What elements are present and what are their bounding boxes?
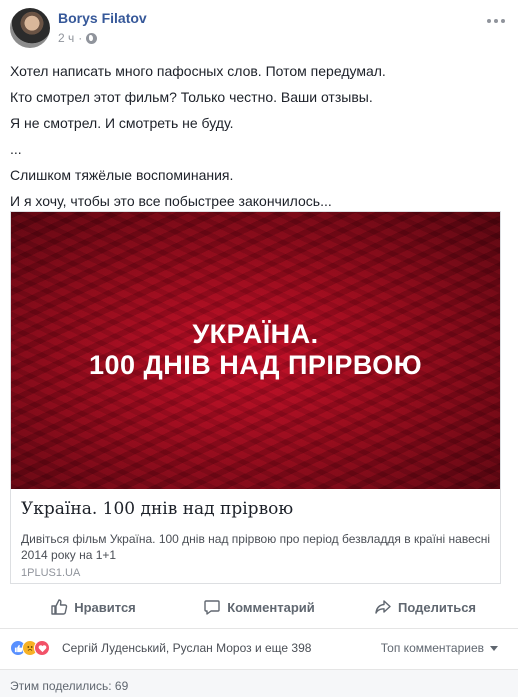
comment-button[interactable]: Комментарий (176, 593, 342, 621)
link-domain: 1PLUS1.UA (21, 567, 81, 579)
like-button[interactable]: Нравится (10, 593, 176, 621)
shares-count[interactable]: Этим поделились: 69 (10, 679, 128, 693)
share-label: Поделиться (397, 599, 477, 615)
globe-icon[interactable] (86, 32, 98, 44)
caret-down-icon (490, 645, 498, 651)
image-title-line2: 100 ДНІВ НАД ПРІРВОЮ (88, 350, 423, 380)
post-header: Borys Filatov 2 ч · (10, 8, 508, 50)
post-text-line: ... (10, 141, 22, 157)
link-preview-card[interactable]: УКРАЇНА. 100 ДНІВ НАД ПРІРВОЮ Україна. 1… (10, 211, 501, 584)
reaction-icons[interactable] (10, 640, 50, 656)
love-reaction-icon[interactable] (34, 640, 50, 656)
post-text-line: Хотел написать много пафосных слов. Пото… (10, 63, 386, 79)
link-description: Дивіться фільм Україна. 100 днів над прі… (21, 532, 491, 562)
post-text: Хотел написать много пафосных слов. Пото… (10, 58, 508, 214)
like-label: Нравится (74, 599, 136, 615)
top-comments-label: Топ комментариев (380, 641, 484, 655)
post-text-line: Слишком тяжёлые воспоминания. (10, 167, 234, 183)
post-actions: Нравится Комментарий Поделиться (10, 593, 508, 621)
author-avatar[interactable] (10, 8, 50, 48)
post-meta: 2 ч · (58, 31, 98, 45)
more-options-icon[interactable] (486, 8, 506, 29)
comment-icon (204, 600, 220, 615)
reaction-names[interactable]: Сергій Луденський, Руслан Мороз и еще 39… (62, 641, 311, 655)
thumbs-up-icon (51, 599, 68, 615)
link-preview-image[interactable]: УКРАЇНА. 100 ДНІВ НАД ПРІРВОЮ (11, 212, 500, 489)
post-text-line: Кто смотрел этот фильм? Только честно. В… (10, 89, 373, 105)
author-name[interactable]: Borys Filatov (58, 10, 147, 26)
top-comments-dropdown[interactable]: Топ комментариев (381, 641, 498, 655)
link-title[interactable]: Україна. 100 днів над прірвою (21, 499, 293, 519)
shares-bar: Этим поделились: 69 (0, 669, 518, 697)
share-button[interactable]: Поделиться (342, 593, 508, 621)
meta-separator: · (78, 31, 83, 45)
post-text-line: Я не смотрел. И смотреть не буду. (10, 115, 234, 131)
image-title-line1: УКРАЇНА. (192, 319, 319, 349)
comment-label: Комментарий (227, 599, 315, 615)
post-time[interactable]: 2 ч (58, 31, 74, 45)
share-arrow-icon (375, 600, 391, 614)
divider (0, 628, 518, 629)
link-preview-body[interactable]: Україна. 100 днів над прірвою Дивіться ф… (11, 489, 500, 583)
reactions-bar: Сергій Луденський, Руслан Мороз и еще 39… (10, 638, 508, 658)
